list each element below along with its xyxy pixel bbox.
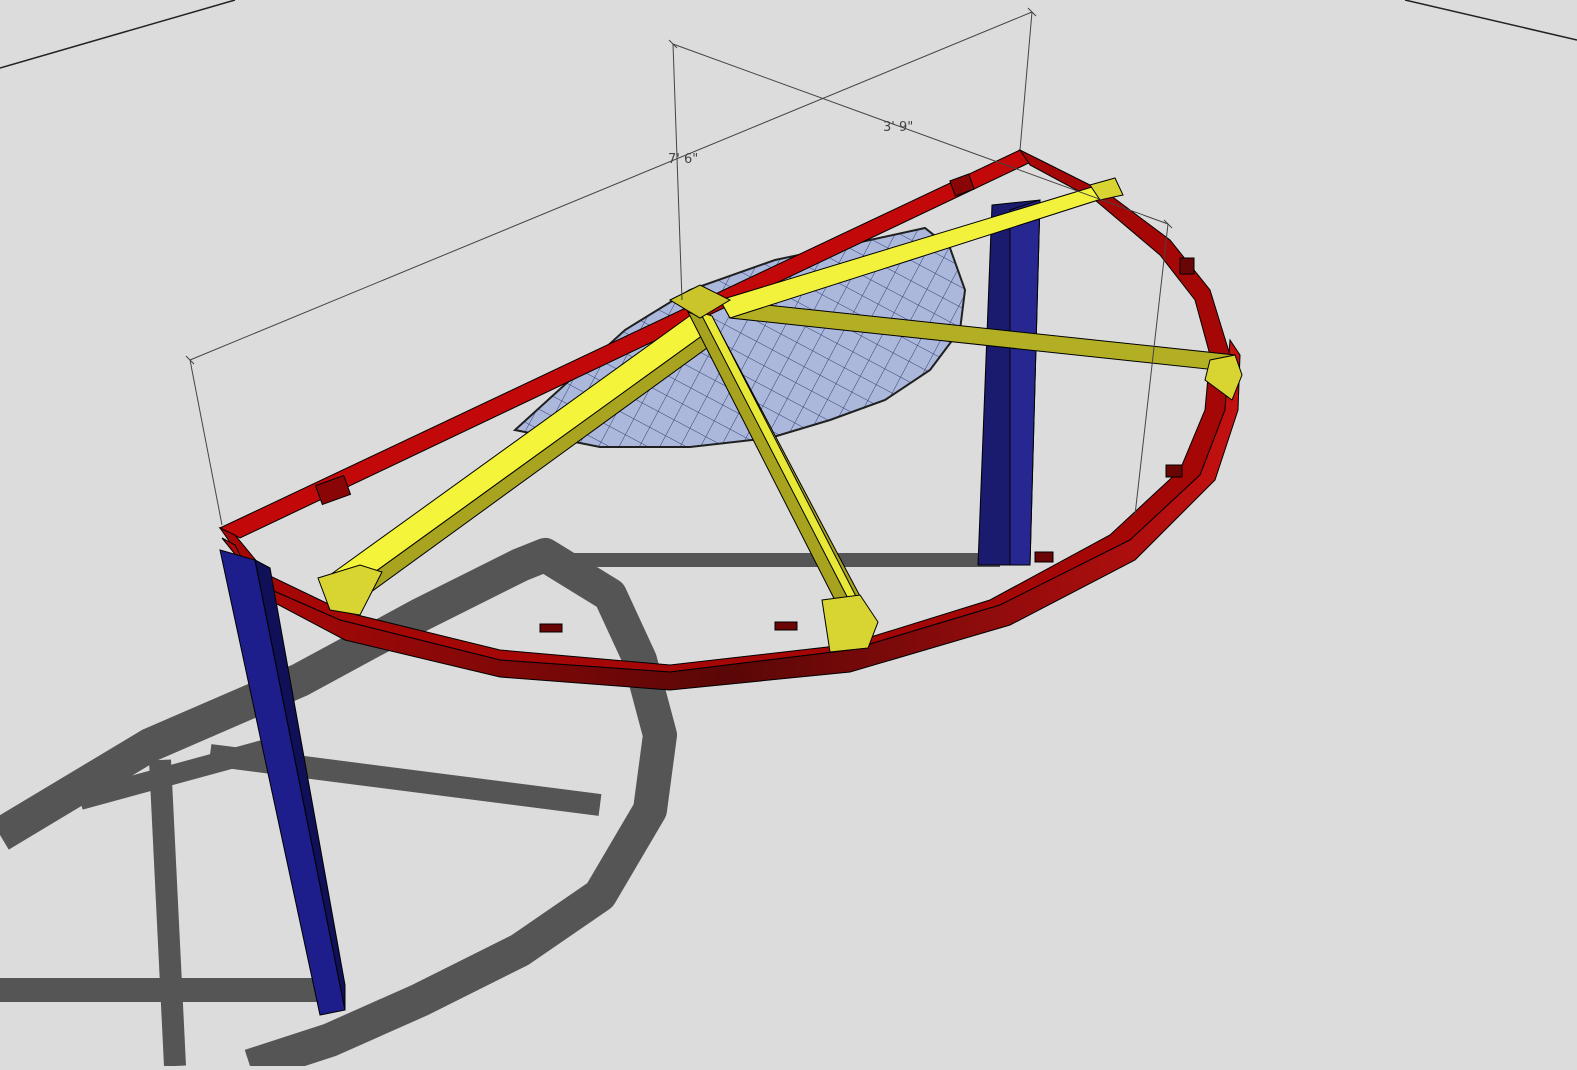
back-leg (977, 199, 1041, 566)
depth-dimension-label: 3' 9" (883, 120, 913, 135)
3d-model-viewport[interactable]: 7' 6" 3' 9" (0, 0, 1577, 1070)
model-canvas[interactable]: 7' 6" 3' 9" (0, 0, 1577, 1070)
ground-plane (0, 0, 1577, 69)
width-dimension-label: 7' 6" (668, 152, 698, 167)
